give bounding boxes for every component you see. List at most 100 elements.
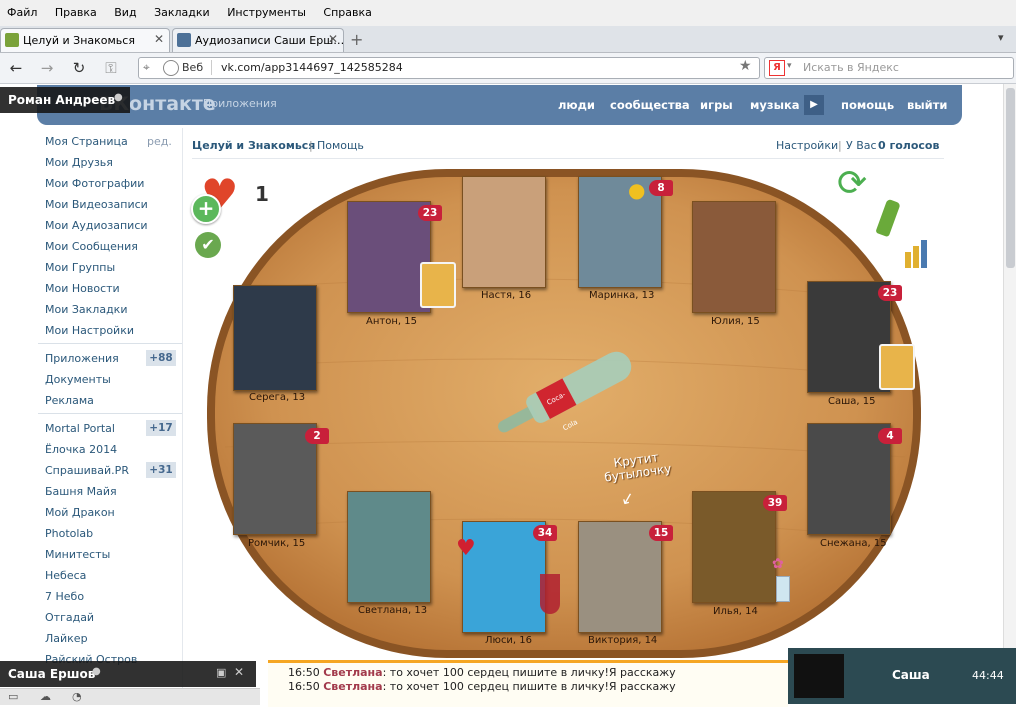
player-name: Снежана, 15 — [820, 538, 887, 549]
sidebar-app-photolab[interactable]: Photolab — [45, 527, 93, 540]
status-dot-icon: ● — [114, 92, 123, 103]
sidebar-news[interactable]: Мои Новости — [45, 282, 120, 295]
sidebar-documents[interactable]: Документы — [45, 373, 111, 386]
tab-bar: Целуй и Знакомься ✕ Аудиозаписи Саши Ерш… — [0, 26, 1016, 53]
sidebar-app-nebesa[interactable]: Небеса — [45, 569, 86, 582]
sidebar-app-yolochka[interactable]: Ёлочка 2014 — [45, 443, 117, 456]
menu-view[interactable]: Вид — [107, 0, 143, 19]
breadcrumb-apps: Приложения — [202, 97, 277, 110]
player-kiss-badge: 34 — [533, 525, 557, 541]
app-settings-link[interactable]: Настройки — [776, 139, 838, 152]
video-overlay-bottom[interactable]: Саша Ершов ● ▣ ✕ — [0, 661, 256, 687]
sidebar-friends[interactable]: Мои Друзья — [45, 156, 113, 169]
app-title[interactable]: Целуй и Знакомься — [192, 139, 315, 152]
menu-edit[interactable]: Правка — [48, 0, 104, 19]
sidebar-app-maya-tower[interactable]: Башня Майя — [45, 485, 117, 498]
sidebar-apps[interactable]: Приложения — [45, 352, 119, 365]
sidebar-bookmarks[interactable]: Мои Закладки — [45, 303, 127, 316]
nav-logout[interactable]: выйти — [907, 98, 947, 112]
tab-list-chevron-icon[interactable]: ▾ — [998, 31, 1004, 44]
app-header: Целуй и Знакомься | Помощь Настройки | У… — [192, 138, 944, 159]
sidebar-app-7-nebo[interactable]: 7 Небо — [45, 590, 84, 603]
search-box[interactable]: Я ▾ Искать в Яндекс — [764, 57, 1014, 79]
search-engine-chevron-icon[interactable]: ▾ — [787, 61, 792, 71]
sidebar-photos[interactable]: Мои Фотографии — [45, 177, 144, 190]
menu-tools[interactable]: Инструменты — [220, 0, 313, 19]
app-header-divider: | — [838, 139, 842, 152]
app-header-divider: | — [309, 139, 313, 152]
nav-communities[interactable]: сообщества — [610, 98, 690, 112]
screen-icon[interactable]: ▭ — [8, 690, 18, 703]
sidebar-app-minitests[interactable]: Минитесты — [45, 548, 110, 561]
video-overlay-top[interactable]: Роман Андреев ● — [0, 87, 130, 113]
sidebar-audio[interactable]: Мои Аудиозаписи — [45, 219, 148, 232]
sidebar-groups[interactable]: Мои Группы — [45, 261, 115, 274]
bookmark-star-icon[interactable]: ★ — [739, 58, 752, 74]
chat-user[interactable]: Светлана — [323, 680, 382, 693]
sidebar-app-mortal-portal[interactable]: Mortal Portal — [45, 422, 115, 435]
chat-text: то хочет 100 сердец пишите в личку!Я рас… — [389, 680, 676, 693]
forward-arrow-icon[interactable]: → — [36, 57, 58, 79]
tab-kiss-game[interactable]: Целуй и Знакомься ✕ — [0, 28, 170, 52]
location-pin-icon: ⌖ — [143, 60, 150, 74]
back-arrow-icon[interactable]: ← — [5, 57, 27, 79]
chat-user[interactable]: Светлана — [323, 666, 382, 679]
new-tab-icon[interactable]: + — [350, 30, 363, 49]
nav-people[interactable]: люди — [558, 98, 595, 112]
menu-file[interactable]: Файл — [0, 0, 44, 19]
app-help-link[interactable]: Помощь — [317, 139, 364, 152]
nav-help[interactable]: помощь — [841, 98, 894, 112]
player-avatar[interactable] — [462, 176, 546, 288]
tab-title: Аудиозаписи Саши Ерш… — [195, 34, 345, 47]
url-text[interactable]: vk.com/app3144697_142585284 — [221, 61, 403, 74]
content-divider — [182, 128, 183, 704]
player-avatar[interactable] — [692, 491, 776, 603]
sidebar-ads[interactable]: Реклама — [45, 394, 94, 407]
speed-icon[interactable]: ◔ — [72, 690, 82, 703]
player-avatar[interactable] — [692, 201, 776, 313]
beer-mug-icon — [879, 344, 915, 390]
call-timer: 44:44 — [972, 669, 1004, 682]
player-avatar[interactable] — [233, 285, 317, 391]
vk-header: ВКонтакте ‹ Приложения люди сообщества и… — [37, 85, 962, 125]
close-tab-icon[interactable]: ✕ — [328, 32, 338, 46]
player-kiss-badge: 8 — [649, 180, 673, 196]
music-play-icon[interactable]: ▶ — [804, 95, 824, 115]
sidebar-videos[interactable]: Мои Видеозаписи — [45, 198, 148, 211]
scrollbar-thumb[interactable] — [1006, 88, 1015, 268]
nav-games[interactable]: игры — [700, 98, 733, 112]
address-bar[interactable]: ⌖ Веб vk.com/app3144697_142585284 ★ — [138, 57, 760, 79]
reload-icon[interactable]: ↻ — [68, 57, 90, 79]
votes-value[interactable]: 0 голосов — [878, 139, 939, 152]
page-scrollbar[interactable] — [1003, 84, 1016, 684]
chat-time: 16:50 — [288, 666, 320, 679]
menu-bookmarks[interactable]: Закладки — [147, 0, 217, 19]
sidebar-messages[interactable]: Мои Сообщения — [45, 240, 138, 253]
call-widget[interactable]: Саша 44:44 — [788, 648, 1016, 704]
url-divider — [211, 60, 212, 75]
player-avatar[interactable] — [578, 176, 662, 288]
close-icon[interactable]: ✕ — [234, 665, 244, 679]
maximize-icon[interactable]: ▣ — [216, 666, 226, 679]
sidebar-edit-link[interactable]: ред. — [147, 135, 172, 148]
nav-music[interactable]: музыка — [750, 98, 800, 112]
sidebar-settings[interactable]: Мои Настройки — [45, 324, 134, 337]
sidebar-app-sprashivai[interactable]: Спрашивай.PR — [45, 464, 129, 477]
player-avatar[interactable] — [347, 491, 431, 603]
chat-message: 16:50 Светлана: то хочет 100 сердец пиши… — [288, 666, 676, 679]
close-tab-icon[interactable]: ✕ — [154, 32, 164, 46]
sidebar-app-otgadai[interactable]: Отгадай — [45, 611, 94, 624]
sidebar-my-page[interactable]: Моя Страница — [45, 135, 128, 148]
player-avatar[interactable] — [347, 201, 431, 313]
menu-help[interactable]: Справка — [316, 0, 378, 19]
beer-mug-icon — [420, 262, 456, 308]
key-icon[interactable]: ⚿ — [100, 57, 122, 79]
sidebar-app-liker[interactable]: Лайкер — [45, 632, 88, 645]
player-name: Виктория, 14 — [588, 635, 658, 646]
cloud-icon[interactable]: ☁ — [40, 690, 51, 703]
player-avatar[interactable] — [233, 423, 317, 535]
player-avatar[interactable] — [578, 521, 662, 633]
sidebar-app-dragon[interactable]: Мой Дракон — [45, 506, 115, 519]
tab-audio[interactable]: Аудиозаписи Саши Ерш… ✕ — [172, 28, 344, 52]
breadcrumb[interactable]: ‹ Приложения — [195, 97, 277, 110]
